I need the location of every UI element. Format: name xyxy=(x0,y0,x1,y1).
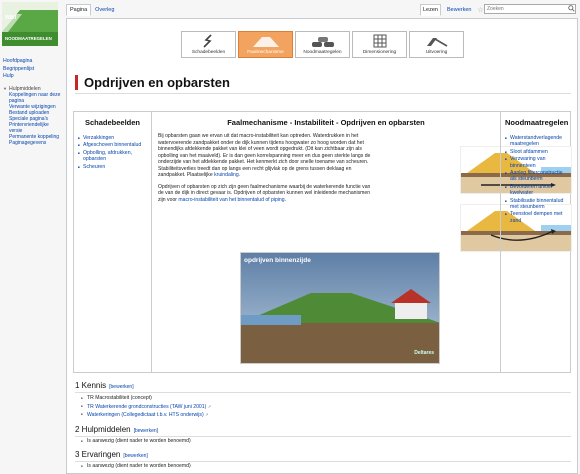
sidebar: WIKI NOODMAATREGELEN Hoofdpagina Begripp… xyxy=(0,0,62,474)
tab-lezen[interactable]: Lezen xyxy=(420,4,441,16)
hulpmiddelen-item: Is aanwezig (dient nader te worden benoe… xyxy=(81,438,191,446)
link-kruindaling[interactable]: kruindaling xyxy=(214,172,239,178)
video-caption: opdrijven binnenzijde xyxy=(244,257,311,264)
watch-star-icon[interactable]: ☆ xyxy=(477,6,483,14)
tools-section-title: Hulpmiddelen xyxy=(8,85,41,92)
tile-noodmaatregelen[interactable]: Noodmaatregelen xyxy=(295,31,350,58)
tab-pagina[interactable]: Pagina xyxy=(66,4,92,16)
paragraph-opdrijven: Opdrijven of opbarsten op zich zijn geen… xyxy=(158,183,371,203)
paragraph-opbarsten: Bij opbarsten gaan we ervan uit dat macr… xyxy=(158,133,371,178)
tool-printable-version[interactable]: Printervriendelijke versie xyxy=(3,122,61,134)
tool-related-changes[interactable]: Verwante wijzigingen xyxy=(3,104,61,110)
schadebeelden-heading: Schadebeelden xyxy=(84,118,141,127)
nav-hulp[interactable]: Hulp xyxy=(3,73,61,81)
link-scheuren[interactable]: Scheuren xyxy=(78,164,147,171)
hulpmiddelen-list: Is aanwezig (dient nader te worden benoe… xyxy=(81,438,191,446)
edit-kennis-link[interactable]: [bewerken] xyxy=(109,384,133,390)
link-opbolling[interactable]: Opbolling, afdrukken, opbarsten xyxy=(78,150,147,163)
section-kennis-heading: 1 Kennis [bewerken] xyxy=(75,381,134,390)
logo-bottom-text: NOODMAATREGELEN xyxy=(5,36,52,41)
tab-overleg[interactable]: Overleg xyxy=(91,4,118,16)
tile-faalmechanisme[interactable]: Faalmechanisme xyxy=(238,31,293,58)
section-hulpmiddelen-heading: 2 Hulpmiddelen [bewerken] xyxy=(75,425,159,434)
logo-top-text: WIKI xyxy=(5,15,17,21)
link-filterconstructie[interactable]: Aanleg filterconstructie als steunberm xyxy=(505,170,566,183)
kennis-item[interactable]: TR Waterkerende grondconstructies (TAW j… xyxy=(81,403,211,412)
tool-what-links-here[interactable]: Koppelingen naar deze pagina xyxy=(3,92,61,104)
deltares-logo: Deltares xyxy=(414,350,434,356)
sidebar-nav: Hoofdpagina Begrippenlijst Hulp ▼ Hulpmi… xyxy=(3,58,61,146)
link-afvoer-kwelwater[interactable]: Bevorderen afvoer kwelwater xyxy=(505,184,566,197)
search-input[interactable] xyxy=(484,4,576,14)
tool-permanent-link[interactable]: Permanente koppeling xyxy=(3,134,61,140)
title-divider xyxy=(75,93,571,94)
shovel-icon xyxy=(426,38,447,47)
nav-begrippenlijst[interactable]: Begrippenlijst xyxy=(3,66,61,74)
content-area: Schadebeelden Faalmechanisme Noodmaatreg… xyxy=(66,18,578,474)
ervaringen-item: Is aanwezig (dient nader te worden benoe… xyxy=(81,463,191,471)
link-macro-instabiliteit[interactable]: macro-instabiliteit van het binnentalud … xyxy=(178,197,284,203)
noodmaatregelen-heading: Noodmaatregelen xyxy=(505,118,569,127)
external-link-icon: ↗ xyxy=(205,412,209,417)
edit-ervaringen-link[interactable]: [bewerken] xyxy=(123,453,147,459)
ervaringen-list: Is aanwezig (dient nader te worden benoe… xyxy=(81,463,191,471)
tile-uitvoering[interactable]: Uitvoering xyxy=(409,31,464,58)
tile-navigation: Schadebeelden Faalmechanisme Noodmaatreg… xyxy=(181,31,464,58)
section-ervaringen-heading: 3 Ervaringen [bewerken] xyxy=(75,450,148,459)
edit-hulpmiddelen-link[interactable]: [bewerken] xyxy=(134,428,158,434)
view-tabs: Lezen Bewerken ☆ xyxy=(420,4,484,16)
kennis-item[interactable]: Waterkeringen (Collegedictaat t.b.v. HTS… xyxy=(81,411,211,420)
link-teenstoel-dempen[interactable]: Teenstoel dempen met zand xyxy=(505,211,566,224)
dike-icon xyxy=(252,37,279,47)
site-logo[interactable]: WIKI NOODMAATREGELEN xyxy=(2,2,58,46)
link-afgeschoven-binnentalud[interactable]: Afgeschoven binnentalud xyxy=(78,142,147,149)
page-title: Opdrijven en opbarsten xyxy=(75,75,230,90)
schadebeelden-column: Schadebeelden Verzakkingen Afgeschoven b… xyxy=(74,112,152,372)
noodmaatregelen-column: Noodmaatregelen Waterstandverlagende maa… xyxy=(500,112,570,372)
nav-hoofdpagina[interactable]: Hoofdpagina xyxy=(3,58,61,66)
lightning-crack-icon xyxy=(202,34,212,48)
search-icon[interactable] xyxy=(568,5,575,12)
faalmechanisme-heading: Faalmechanisme - Instabiliteit - Opdrijv… xyxy=(227,118,425,127)
faalmechanisme-column: Faalmechanisme - Instabiliteit - Opdrijv… xyxy=(152,112,572,372)
grid-icon xyxy=(373,34,386,48)
namespace-tabs: Pagina Overleg xyxy=(66,4,118,16)
tool-page-info[interactable]: Paginagegevens xyxy=(3,140,61,146)
sandbags-icon xyxy=(311,37,334,47)
video-still-opdrijven[interactable]: opdrijven binnenzijde Deltares xyxy=(240,252,440,364)
tile-schadebeelden[interactable]: Schadebeelden xyxy=(181,31,236,58)
kennis-item[interactable]: TR Macrostabiliteit (concept) xyxy=(81,395,211,403)
link-verzakkingen[interactable]: Verzakkingen xyxy=(78,135,147,142)
kennis-list: TR Macrostabiliteit (concept) TR Waterke… xyxy=(81,395,211,420)
link-waterstandverlagende[interactable]: Waterstandverlagende maatregelen xyxy=(505,135,566,148)
tile-dimensionering[interactable]: Dimensionering xyxy=(352,31,407,58)
info-box: Schadebeelden Verzakkingen Afgeschoven b… xyxy=(73,111,572,373)
link-verzwaring-binnenteen[interactable]: Verzwaring van binnenteen xyxy=(505,156,566,169)
tab-bewerken[interactable]: Bewerken xyxy=(444,4,474,16)
external-link-icon: ↗ xyxy=(207,403,212,409)
triangle-down-icon: ▼ xyxy=(3,86,7,91)
link-stabilisatie-binnentalud[interactable]: Stabilisatie binnentalud met steunberm xyxy=(505,198,566,211)
link-sloot-afdammen[interactable]: Sloot afdammen xyxy=(505,149,566,156)
